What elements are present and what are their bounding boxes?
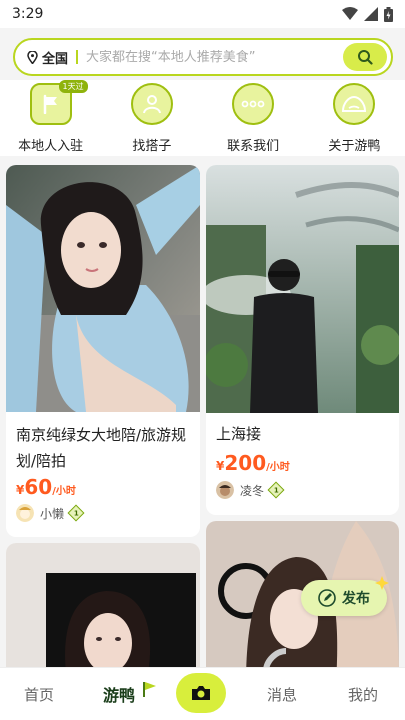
battery-icon	[384, 6, 393, 22]
duck-mascot-icon	[333, 83, 376, 125]
sparkle-icon	[375, 576, 389, 590]
shortcut-label: 关于游鸭	[328, 139, 381, 154]
listing-user[interactable]: 小懒 1	[16, 504, 85, 522]
shortcut-find-buddy[interactable]: 找搭子	[101, 80, 202, 156]
shortcut-about[interactable]: 关于游鸭	[304, 80, 405, 156]
avatar	[216, 481, 234, 499]
tab-messages[interactable]: 消息	[267, 684, 297, 705]
listing-title: 南京纯绿女大地陪/旅游规划/陪拍	[16, 426, 187, 470]
status-bar: 3:29	[0, 0, 405, 28]
bottom-tab-bar: 首页 游鸭 消息 我的	[0, 667, 405, 720]
user-level: 1	[73, 509, 79, 517]
listing-price: ¥200/小时	[216, 451, 290, 475]
search-bar: 全国	[13, 38, 393, 76]
location-selector[interactable]: 全国	[42, 48, 68, 67]
listing-photo	[6, 543, 200, 683]
level-badge-icon: 1	[67, 504, 85, 522]
level-badge-icon: 1	[267, 481, 285, 499]
publish-button[interactable]: 发布	[301, 576, 389, 616]
person-icon	[130, 83, 173, 125]
tab-youya[interactable]: 游鸭	[103, 682, 135, 706]
listing-photo	[206, 165, 399, 413]
wifi-icon	[342, 7, 358, 20]
camera-icon	[192, 686, 210, 700]
tab-mine[interactable]: 我的	[348, 684, 378, 705]
listing-photo	[6, 165, 200, 412]
price-unit: /小时	[266, 462, 290, 473]
edit-icon	[318, 589, 336, 607]
shortcut-label: 本地人入驻	[18, 139, 84, 154]
user-level: 1	[273, 486, 279, 494]
listing-card[interactable]: 上海接 ¥200/小时 凌冬 1	[206, 165, 399, 515]
flag-icon: 1天过	[29, 80, 88, 125]
status-icons	[342, 6, 393, 22]
shortcut-row: 1天过 本地人入驻 找搭子 联系我们 关于游鸭	[0, 80, 405, 156]
search-button[interactable]	[343, 43, 387, 71]
flag-icon	[143, 682, 156, 697]
listing-price: ¥60/小时	[16, 475, 76, 499]
user-name: 凌冬	[240, 483, 265, 498]
search-input[interactable]	[86, 49, 337, 65]
listing-card[interactable]	[6, 543, 200, 683]
tab-home[interactable]: 首页	[24, 684, 54, 705]
search-icon	[358, 50, 373, 65]
camera-button[interactable]	[176, 673, 226, 713]
status-time: 3:29	[12, 6, 44, 22]
chat-bubble-icon	[232, 83, 275, 125]
shortcut-badge: 1天过	[58, 80, 88, 93]
listing-user[interactable]: 凌冬 1	[216, 481, 285, 499]
listing-title: 上海接	[216, 425, 262, 443]
shortcut-contact-us[interactable]: 联系我们	[203, 80, 304, 156]
price-value: 60	[24, 475, 53, 499]
avatar	[16, 504, 34, 522]
publish-label: 发布	[342, 591, 370, 607]
shortcut-label: 找搭子	[132, 139, 172, 154]
user-name: 小懒	[40, 506, 65, 521]
signal-icon	[364, 7, 378, 21]
price-value: 200	[224, 451, 267, 475]
shortcut-local-join[interactable]: 1天过 本地人入驻	[0, 80, 101, 156]
location-pin-icon	[27, 50, 38, 64]
price-unit: /小时	[52, 486, 76, 497]
search-divider	[76, 50, 79, 64]
shortcut-label: 联系我们	[227, 139, 280, 154]
listing-card[interactable]: 南京纯绿女大地陪/旅游规划/陪拍 ¥60/小时 小懒 1	[6, 165, 200, 537]
